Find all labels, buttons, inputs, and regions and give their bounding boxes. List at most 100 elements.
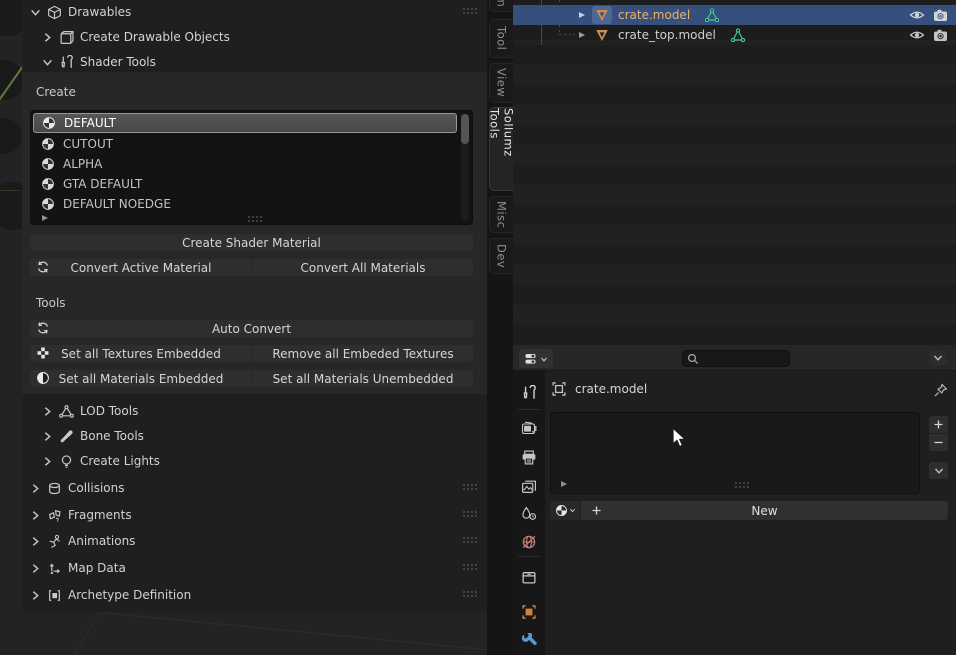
minus-icon <box>933 437 944 448</box>
list-scrollbar[interactable] <box>461 114 469 220</box>
tab-misc[interactable]: Misc <box>489 196 513 233</box>
remove-slot-button[interactable] <box>929 434 948 451</box>
header-options-button[interactable] <box>929 351 947 365</box>
list-item-default-noedge[interactable]: DEFAULT NOEDGE <box>33 194 457 214</box>
archetype-icon <box>47 588 62 603</box>
outliner-editor: crate.model crate_top.model <box>513 0 956 345</box>
panel-header-archetype-definition[interactable]: Archetype Definition <box>30 586 191 604</box>
panel-grip-handle[interactable] <box>462 563 478 571</box>
create-shader-material-button[interactable]: Create Shader Material <box>30 234 473 251</box>
expand-arrow-icon[interactable] <box>578 31 586 39</box>
subpanel-lod-tools[interactable]: LOD Tools <box>42 402 138 420</box>
object-name: crate_top.model <box>618 28 716 42</box>
list-resize-grip[interactable] <box>247 215 263 223</box>
tab-view[interactable]: View <box>489 63 513 103</box>
outliner-row-crate-top-model[interactable]: crate_top.model <box>513 25 956 45</box>
material-sphere-icon <box>555 504 568 517</box>
material-sphere-icon <box>41 137 55 151</box>
panel-grip-handle[interactable] <box>462 536 478 544</box>
panel-header-drawables[interactable]: Drawables <box>30 3 131 21</box>
tab-render-properties[interactable] <box>513 415 545 441</box>
panel-header-map-data[interactable]: Map Data <box>30 559 126 577</box>
drawable-model-icon-chip <box>592 26 612 44</box>
tab-modifier-properties[interactable] <box>513 628 545 654</box>
subpanel-label: Create Drawable Objects <box>80 30 230 44</box>
camera-render-icon[interactable] <box>933 9 948 22</box>
subpanel-create-lights[interactable]: Create Lights <box>42 452 160 470</box>
list-item-alpha[interactable]: ALPHA <box>33 154 457 174</box>
convert-active-material-button[interactable]: Convert Active Material <box>30 259 252 276</box>
slot-specials-button[interactable] <box>929 462 948 479</box>
panel-grip-handle[interactable] <box>462 510 478 518</box>
subpanel-create-drawable-objects[interactable]: Create Drawable Objects <box>42 28 230 46</box>
list-item-gta-default[interactable]: GTA DEFAULT <box>33 174 457 194</box>
set-materials-unembedded-button[interactable]: Set all Materials Unembedded <box>253 370 473 387</box>
list-item-default[interactable]: DEFAULT <box>33 113 457 133</box>
panel-header-animations[interactable]: Animations <box>30 532 135 550</box>
browse-material-dropdown[interactable] <box>550 501 580 520</box>
eye-icon[interactable] <box>909 9 925 21</box>
list-expand-arrow[interactable] <box>560 480 568 488</box>
object-properties-icon <box>521 604 537 620</box>
fragments-icon <box>47 508 62 523</box>
add-slot-button[interactable] <box>929 416 948 433</box>
subpanel-bone-tools[interactable]: Bone Tools <box>42 427 144 445</box>
pin-icon[interactable] <box>933 383 948 398</box>
tab-collection-properties[interactable] <box>513 564 545 590</box>
panel-header-fragments[interactable]: Fragments <box>30 506 132 524</box>
chevron-down-icon <box>42 57 53 68</box>
camera-render-icon[interactable] <box>933 29 948 42</box>
panel-grip-handle[interactable] <box>462 7 478 15</box>
create-section-label: Create <box>36 85 76 99</box>
subpanel-shader-tools[interactable]: Shader Tools <box>42 53 156 71</box>
viewport-grid-line <box>0 190 20 191</box>
set-textures-embedded-button[interactable]: Set all Textures Embedded <box>30 345 252 362</box>
panel-grip-handle[interactable] <box>462 590 478 598</box>
tab-output-properties[interactable] <box>513 444 545 470</box>
set-materials-embedded-button[interactable]: Set all Materials Embedded <box>30 370 252 387</box>
tab-tool[interactable]: Tool <box>489 19 513 58</box>
tab-object-properties[interactable] <box>513 599 545 625</box>
row-visibility-controls <box>909 9 948 22</box>
chevron-down-icon <box>934 467 944 475</box>
panel-header-collisions[interactable]: Collisions <box>30 479 125 497</box>
panel-grip-handle[interactable] <box>462 483 478 491</box>
new-material-button[interactable]: New <box>581 501 948 520</box>
chevron-down-icon <box>30 7 41 18</box>
tab-scene-properties[interactable] <box>513 500 545 526</box>
properties-search[interactable] <box>682 350 790 367</box>
button-label: Set all Materials Embedded <box>59 372 224 386</box>
subpanel-label: Bone Tools <box>80 429 144 443</box>
bone-icon <box>59 429 74 444</box>
list-expand-arrow[interactable] <box>41 214 49 222</box>
list-scrollbar-thumb[interactable] <box>461 114 469 144</box>
auto-convert-button[interactable]: Auto Convert <box>30 320 473 337</box>
search-input[interactable] <box>702 352 782 365</box>
tab-viewlayer-properties[interactable] <box>513 473 545 499</box>
tab-label: Item <box>495 0 509 7</box>
tab-sollumz-tools[interactable]: Sollumz Tools <box>489 107 513 191</box>
list-resize-grip[interactable] <box>734 481 750 489</box>
remove-embedded-textures-button[interactable]: Remove all Embeded Textures <box>253 345 473 362</box>
tab-world-properties[interactable] <box>513 529 545 555</box>
chevron-right-icon <box>42 32 53 43</box>
chevron-right-icon <box>42 406 53 417</box>
expand-arrow-icon[interactable] <box>578 11 586 19</box>
tab-tool-properties[interactable] <box>513 380 545 406</box>
refresh-icon <box>36 260 50 274</box>
editor-type-dropdown[interactable] <box>519 349 553 368</box>
tab-dev[interactable]: Dev <box>489 238 513 274</box>
chevron-down-icon <box>540 355 548 363</box>
tool-icon <box>521 385 537 401</box>
chevron-right-icon <box>42 456 53 467</box>
outliner-row-crate-model[interactable]: crate.model <box>513 5 956 25</box>
eye-icon[interactable] <box>909 29 925 41</box>
map-data-icon <box>47 561 62 576</box>
tab-item[interactable]: Item <box>489 0 513 12</box>
button-label: Auto Convert <box>212 322 291 336</box>
list-item-cutout[interactable]: CUTOUT <box>33 134 457 154</box>
sidebar-tab-strip: Item Tool View Sollumz Tools Misc Dev <box>487 0 513 655</box>
material-slot-list[interactable] <box>550 412 920 494</box>
convert-all-materials-button[interactable]: Convert All Materials <box>253 259 473 276</box>
panel-title: Drawables <box>68 5 131 19</box>
